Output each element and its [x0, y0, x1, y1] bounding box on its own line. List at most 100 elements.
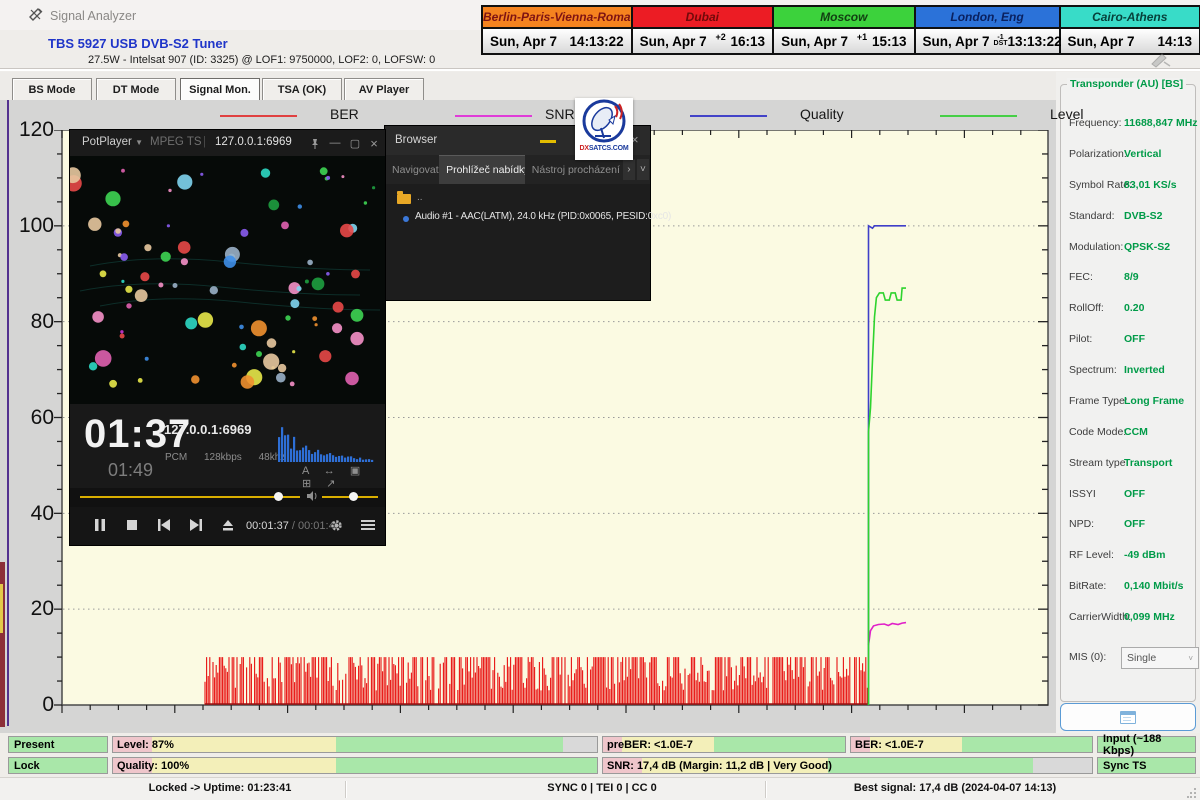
field-label: BitRate:	[1069, 580, 1106, 592]
snr-bar: SNR: 17,4 dB (Margin: 11,2 dB | Very Goo…	[602, 757, 1093, 774]
tab-dt-mode[interactable]: DT Mode	[96, 78, 176, 101]
field-value: Inverted	[1124, 364, 1165, 376]
clock-time-label: Sun, Apr 7-1DST13:13:22	[916, 29, 1059, 53]
field-value: 8/9	[1124, 271, 1139, 283]
field-label: Symbol Rate:	[1069, 179, 1132, 191]
bar-zone	[336, 737, 563, 752]
potplayer-titlebar[interactable]: PotPlayer ▼ MPEG TS | 127.0.0.1:6969 — ▢…	[70, 130, 385, 156]
folder-icon	[397, 194, 411, 204]
transponder-row: Pilot:OFF	[1061, 333, 1195, 347]
y-axis-label: 60	[10, 406, 54, 430]
transponder-row: Standard:DVB-S2	[1061, 210, 1195, 224]
pin-icon[interactable]	[307, 135, 323, 151]
clock-city-label: Cairo-Athens	[1061, 7, 1199, 29]
tuner-subtitle: 27.5W - Intelsat 907 (ID: 3325) @ LOF1: …	[88, 54, 435, 66]
field-value: OFF	[1124, 488, 1145, 500]
video-area[interactable]	[70, 156, 385, 404]
legend-line	[220, 115, 297, 117]
bar-zone	[152, 737, 336, 752]
seek-bar[interactable]	[80, 496, 300, 498]
legend-line	[690, 115, 767, 117]
field-value: DVB-S2	[1124, 210, 1163, 222]
field-value: -49 dBm	[1124, 549, 1165, 561]
audio-track-item[interactable]: Audio #1 - AAC(LATM), 24.0 kHz (PID:0x00…	[415, 211, 671, 222]
satellite-mini-icon	[1150, 52, 1172, 68]
clock-0: Berlin-Paris-Vienna-RomaSun, Apr 714:13:…	[483, 7, 633, 53]
potplayer-menu[interactable]: PotPlayer ▼	[82, 136, 143, 148]
tab-scroll-right-icon[interactable]: ›	[623, 159, 635, 180]
tab-signal-mon-[interactable]: Signal Mon.	[180, 78, 260, 101]
tab-dropdown-icon[interactable]: ˅	[637, 159, 649, 180]
stop-button[interactable]	[118, 511, 146, 539]
field-value: 11688,847 MHz	[1124, 117, 1198, 129]
browser-tab-0[interactable]: Navigovat	[385, 155, 439, 184]
bar-zone	[563, 737, 597, 752]
pause-button[interactable]	[86, 511, 114, 539]
field-label: Modulation:	[1069, 241, 1123, 253]
logo-text: DXSATCS.COM	[579, 145, 628, 152]
field-label: Polarization:	[1069, 148, 1127, 160]
clock-date: Sun, Apr 7	[781, 34, 848, 49]
ber-bar: BER: <1.0E-7	[850, 736, 1093, 753]
uptime-status: Locked -> Uptime: 01:23:41	[149, 782, 292, 794]
titlebar-divider: |	[203, 136, 206, 148]
transponder-row: RF Level:-49 dBm	[1061, 549, 1195, 563]
export-list-icon	[1120, 711, 1136, 724]
field-value: Transport	[1124, 457, 1172, 469]
menu-icon[interactable]	[354, 511, 382, 539]
transponder-sidebar: Transponder (AU) [BS] Frequency:11688,84…	[1056, 72, 1200, 733]
resize-grip[interactable]	[1187, 788, 1197, 798]
transponder-row: Polarization:Vertical	[1061, 148, 1195, 162]
tab-tsa-ok-[interactable]: TSA (OK)	[262, 78, 342, 101]
tuner-title: TBS 5927 USB DVB-S2 Tuner	[48, 36, 228, 51]
clock-date: Sun, Apr 7	[490, 34, 557, 49]
seek-handle[interactable]	[274, 492, 283, 501]
statusbar: Locked -> Uptime: 01:23:41 SYNC 0 | TEI …	[0, 777, 1200, 800]
tab-av-player[interactable]: AV Player	[344, 78, 424, 101]
settings-gear-icon[interactable]	[322, 511, 350, 539]
signal-analyzer-window: Signal Analyzer TBS 5927 USB DVB-S2 Tune…	[0, 0, 1200, 800]
clock-time-value: 16:13	[731, 34, 766, 49]
minimize-icon[interactable]: —	[327, 135, 343, 151]
close-icon[interactable]: ×	[366, 135, 382, 151]
field-label: Pilot:	[1069, 333, 1092, 345]
clock-time-value: 15:13	[872, 34, 907, 49]
stream-url-label: 127.0.0.1:6969	[215, 136, 292, 148]
y-axis-label: 0	[10, 693, 54, 717]
app-dish-icon	[28, 7, 44, 23]
quality-bar: Quality: 100%	[112, 757, 598, 774]
field-value: 0,140 Mbit/s	[1124, 580, 1184, 592]
minimize-icon[interactable]	[540, 140, 556, 143]
clock-time-value: 14:13	[1157, 34, 1192, 49]
eject-button[interactable]	[214, 511, 242, 539]
transponder-row: Symbol Rate:83,01 KS/s	[1061, 179, 1195, 193]
volume-icon[interactable]	[306, 490, 318, 502]
browser-tab-1[interactable]: Prohlížeč nabídky	[439, 155, 525, 184]
next-button[interactable]	[182, 511, 210, 539]
tab-bs-mode[interactable]: BS Mode	[12, 78, 92, 101]
transponder-row: RollOff:0.20	[1061, 302, 1195, 316]
dxsatcs-logo: DXSATCS.COM	[575, 98, 633, 160]
lock-indicator: Lock	[8, 757, 108, 774]
world-clocks: Berlin-Paris-Vienna-RomaSun, Apr 714:13:…	[481, 5, 1200, 55]
app-title: Signal Analyzer	[50, 9, 136, 23]
maximize-icon[interactable]: ▢	[347, 135, 363, 151]
mis-dropdown[interactable]: Single˅	[1121, 647, 1199, 669]
total-time: 01:49	[108, 460, 153, 481]
y-axis-label: 20	[10, 597, 54, 621]
y-axis-label: 100	[10, 214, 54, 238]
transponder-row: NPD:OFF	[1061, 518, 1195, 532]
clock-time-label: Sun, Apr 7+115:13	[774, 29, 913, 53]
level-bar: Level: 87%	[112, 736, 598, 753]
volume-handle[interactable]	[349, 492, 358, 501]
legend-label: Quality	[800, 106, 844, 122]
sync-counters: SYNC 0 | TEI 0 | CC 0	[547, 782, 656, 794]
parent-folder-item[interactable]: ..	[417, 192, 423, 203]
transponder-row: Frame Type:Long Frame	[1061, 395, 1195, 409]
clock-time-label: Sun, Apr 7+216:13	[633, 29, 772, 53]
player-mini-icons[interactable]: A ↔ ▣ ⊞ ↗	[302, 464, 385, 490]
field-label: Spectrum:	[1069, 364, 1117, 376]
export-button[interactable]	[1060, 703, 1196, 731]
previous-button[interactable]	[150, 511, 178, 539]
clock-3: London, EngSun, Apr 7-1DST13:13:22	[916, 7, 1061, 53]
